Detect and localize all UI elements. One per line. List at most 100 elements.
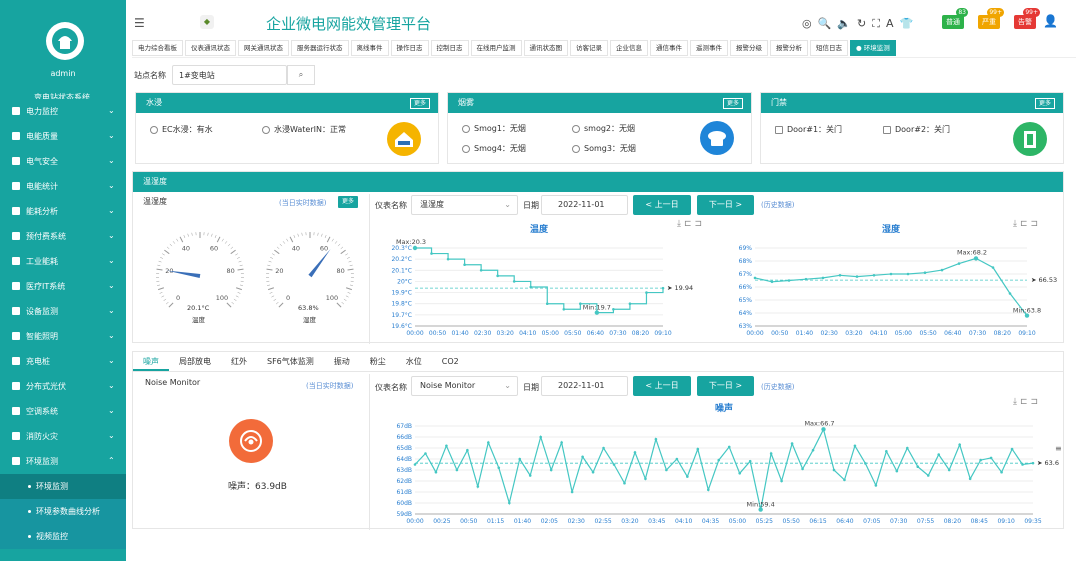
sidebar-item-12[interactable]: 空调系统 ⌄ (0, 399, 126, 424)
noise-prev-day-button[interactable]: < 上一日 (633, 376, 691, 396)
data-point (507, 501, 511, 505)
x-tick-label: 02:55 (594, 518, 611, 525)
text-icon[interactable]: A (886, 17, 894, 31)
sidebar-item-10[interactable]: 充电桩 ⌄ (0, 349, 126, 374)
y-tick-label: 66% (739, 284, 753, 291)
refresh-icon[interactable]: ↻ (857, 17, 866, 31)
tab-12[interactable]: 遥测事件 (690, 40, 728, 56)
menu-icon (12, 407, 20, 415)
tab-0[interactable]: 电力综合看板 (132, 40, 183, 56)
gauge-tick-label: 60 (210, 244, 218, 252)
th-history-link[interactable]: (历史数据) (761, 200, 794, 210)
tab-14[interactable]: 报警分析 (770, 40, 808, 56)
sidebar-item-8[interactable]: 设备监测 ⌄ (0, 299, 126, 324)
smoke-more-button[interactable]: 更多 (722, 98, 743, 109)
tab-2[interactable]: 网关通讯状态 (238, 40, 289, 56)
noise-history-link[interactable]: (历史数据) (761, 382, 794, 392)
sidebar-item-2[interactable]: 电气安全 ⌄ (0, 149, 126, 174)
sensor-tab-0[interactable]: 噪声 (133, 352, 169, 371)
tab-15[interactable]: 短信日志 (810, 40, 848, 56)
fullscreen-icon[interactable]: ⛶ (872, 17, 880, 31)
gauge-tick (159, 292, 163, 294)
y-tick-label: 63% (739, 323, 753, 330)
door-more-button[interactable]: 更多 (1034, 98, 1055, 109)
sidebar-item-9[interactable]: 智能照明 ⌄ (0, 324, 126, 349)
target-icon[interactable]: ◎ (802, 17, 812, 31)
th-date-input[interactable]: 2022-11-01 (541, 195, 628, 215)
x-tick-label: 09:10 (1018, 330, 1035, 337)
gauge-tick (347, 292, 351, 294)
th-meter-select[interactable]: 温湿度 ⌄ (411, 195, 518, 215)
sidebar-item-3[interactable]: 电能统计 ⌄ (0, 174, 126, 199)
sidebar-item-1[interactable]: 电能质量 ⌄ (0, 124, 126, 149)
sidebar-subitem-1[interactable]: 环境参数曲线分析 (0, 499, 126, 524)
noise-next-day-button[interactable]: 下一日 > (697, 376, 754, 396)
sidebar-subitem-2[interactable]: 视频监控 (0, 524, 126, 549)
sensor-tab-6[interactable]: 水位 (396, 352, 432, 371)
sidebar-subitem-0[interactable]: 环境监测 (0, 474, 126, 499)
tab-4[interactable]: 离线事件 (350, 40, 389, 56)
average-label: ➤ 19.94 (667, 284, 693, 292)
gauge-tick (183, 234, 186, 238)
speaker-icon[interactable]: 🔈 (837, 17, 851, 31)
noise-realtime-link[interactable]: (当日实时数据) (306, 381, 353, 391)
menu-icon (12, 107, 20, 115)
station-input[interactable]: 1#变电站 (172, 65, 287, 85)
data-point (487, 441, 490, 444)
gauge-tick-label: 0 (286, 294, 290, 302)
gauge-tick (230, 246, 234, 250)
tab-1[interactable]: 仪表通讯状态 (185, 40, 236, 56)
tab-9[interactable]: 访客记录 (570, 40, 608, 56)
menu-toggle-icon[interactable]: ☰ (134, 16, 145, 30)
smoke-detector-icon (700, 121, 734, 155)
tab-13[interactable]: 报警分级 (730, 40, 768, 56)
chevron-down-icon: ⌄ (504, 381, 511, 390)
tab-7[interactable]: 在线用户监测 (470, 40, 522, 56)
sensor-tab-4[interactable]: 振动 (324, 352, 360, 371)
search-button[interactable]: ⌕ (287, 65, 315, 85)
th-prev-day-button[interactable]: < 上一日 (633, 195, 691, 215)
data-point (790, 442, 794, 445)
tab-3[interactable]: 服务器运行状态 (291, 40, 349, 56)
noise-date-input[interactable]: 2022-11-01 (541, 376, 628, 396)
tab-10[interactable]: 企业信息 (610, 40, 648, 56)
data-point (838, 274, 842, 277)
alarm-badge-0[interactable]: 普通 83 (942, 8, 968, 29)
th-more-button[interactable]: 更多 (338, 196, 359, 208)
sidebar-item-5[interactable]: 预付费系统 ⌄ (0, 224, 126, 249)
sensor-tab-7[interactable]: CO2 (432, 352, 469, 371)
x-tick-label: 00:25 (433, 518, 450, 525)
tab-6[interactable]: 控制日志 (430, 40, 469, 56)
th-next-day-button[interactable]: 下一日 > (697, 195, 754, 215)
tab-16[interactable]: ● 环境监测 (850, 40, 896, 56)
th-realtime-link[interactable]: (当日实时数据) (279, 198, 326, 208)
sensor-tab-2[interactable]: 红外 (221, 352, 257, 371)
sidebar-item-11[interactable]: 分布式光伏 ⌄ (0, 374, 126, 399)
min-label: Min:59.4 (747, 501, 775, 509)
data-point (958, 443, 961, 446)
tab-8[interactable]: 通讯状态图 (523, 40, 568, 56)
sidebar-item-13[interactable]: 消防火灾 ⌄ (0, 424, 126, 449)
sensor-tab-1[interactable]: 局部放电 (169, 352, 221, 371)
sidebar-item-0[interactable]: 电力监控 ⌄ (0, 99, 126, 124)
sidebar-item-6[interactable]: 工业能耗 ⌄ (0, 249, 126, 274)
sidebar-item-cut[interactable]: 变电站状态系统⌄ (0, 79, 126, 99)
sensor-tab-5[interactable]: 粉尘 (360, 352, 396, 371)
search-icon[interactable]: 🔍 (818, 17, 832, 31)
sidebar-item-14[interactable]: 环境监测 ⌃ (0, 449, 126, 474)
y-tick-label: 20.1°C (391, 267, 412, 274)
alarm-badge-1[interactable]: 严重 99+ (978, 8, 1004, 29)
sensor-tab-3[interactable]: SF6气体监测 (257, 352, 324, 371)
y-tick-label: 60dB (396, 500, 412, 507)
chevron-icon: ⌄ (108, 356, 115, 365)
tab-5[interactable]: 操作日志 (390, 40, 429, 56)
user-icon[interactable]: 👤 (1043, 14, 1058, 28)
tab-11[interactable]: 通信事件 (650, 40, 688, 56)
sidebar-item-4[interactable]: 能耗分析 ⌄ (0, 199, 126, 224)
noise-meter-select[interactable]: Noise Monitor ⌄ (411, 376, 518, 396)
sidebar-item-7[interactable]: 医疗IT系统 ⌄ (0, 274, 126, 299)
gauge-tick (336, 302, 342, 308)
water-more-button[interactable]: 更多 (409, 98, 430, 109)
alarm-badge-2[interactable]: 告警 99+ (1014, 8, 1040, 29)
skin-icon[interactable]: 👕 (899, 17, 913, 31)
